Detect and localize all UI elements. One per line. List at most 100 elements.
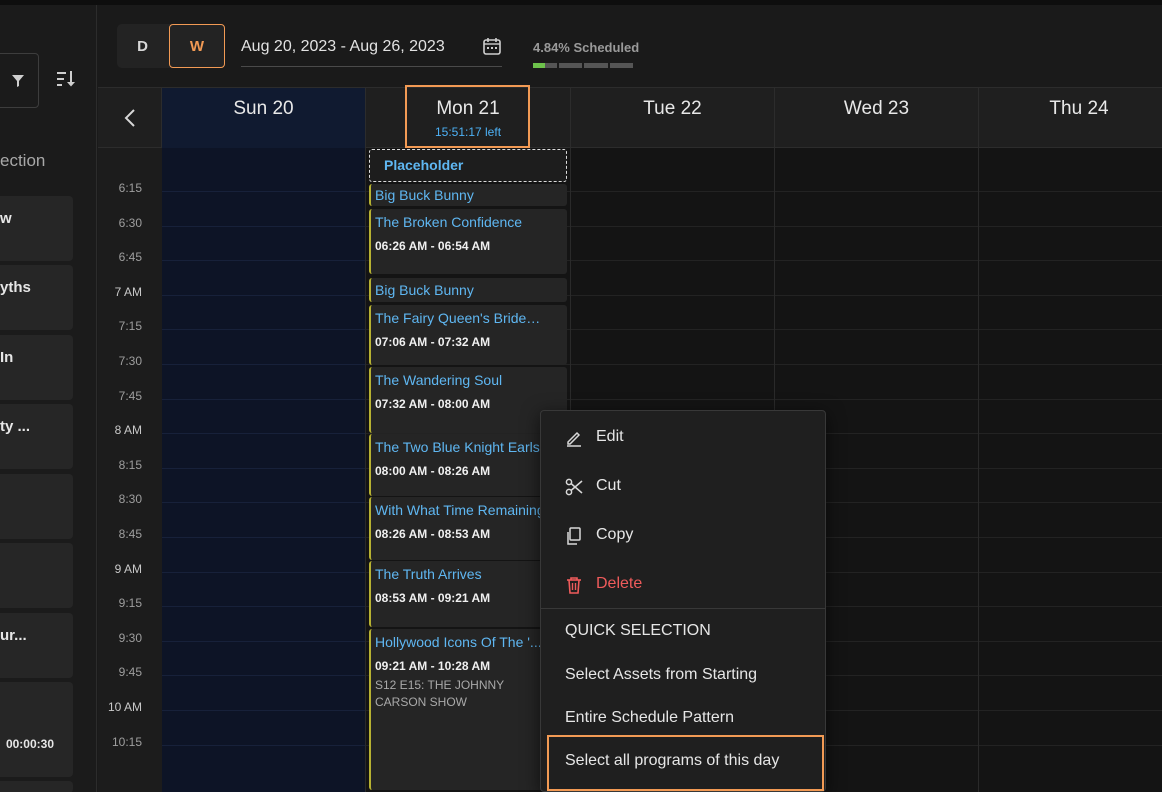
asset-card[interactable]: w [0,196,73,261]
progress-segment [609,63,633,68]
program-block[interactable]: Big Buck Bunny [369,184,567,206]
program-block[interactable]: The Two Blue Knight Earls 08:00 AM - 08:… [369,434,567,496]
menu-item-edit[interactable]: Edit [541,417,825,457]
grid-line [162,641,365,642]
grid-line [571,364,774,365]
time-label: 7:15 [118,319,142,333]
grid-line [775,364,978,365]
grid-line [571,399,774,400]
program-time: 08:53 AM - 09:21 AM [375,591,491,605]
week-view-button[interactable]: W [169,24,225,68]
asset-duration: 00:00:30 [5,737,54,751]
grid-line [979,606,1162,607]
time-label: 9:30 [118,631,142,645]
menu-divider [541,608,825,609]
grid-line [979,745,1162,746]
grid-line [571,260,774,261]
day-header-thu[interactable]: Thu 24 [979,88,1162,148]
grid-line [979,537,1162,538]
program-block[interactable]: Big Buck Bunny [369,278,567,302]
grid-line [162,710,365,711]
grid-line [775,191,978,192]
menu-label: Cut [596,477,621,494]
day-column-thu[interactable] [979,148,1162,792]
trash-icon [567,577,581,594]
menu-label: Copy [596,526,634,543]
program-block[interactable]: The Broken Confidence 06:26 AM - 06:54 A… [369,209,567,274]
time-label: 7:45 [118,389,142,403]
scissors-icon [565,478,583,496]
chevron-left-icon [124,109,135,127]
menu-item-cut[interactable]: Cut [541,466,825,506]
asset-card[interactable]: In [0,335,73,400]
program-title: The Fairy Queen's Bridegroom [375,310,547,326]
date-range-underline [241,66,502,67]
grid-line [162,364,365,365]
menu-item-entire-pattern[interactable]: Entire Schedule Pattern [565,709,734,727]
day-column-sun[interactable] [162,148,366,792]
asset-card[interactable] [0,781,73,792]
sort-button[interactable] [54,67,78,91]
day-label: Wed 23 [843,98,910,119]
grid-line [162,399,365,400]
copy-icon [567,527,581,545]
asset-title: ur... [0,627,27,644]
grid-line [979,433,1162,434]
program-block[interactable]: The Fairy Queen's Bridegroom 07:06 AM - … [369,305,567,365]
scheduler-header: D W Aug 20, 2023 - Aug 26, 2023 4.84% Sc… [98,5,1162,88]
program-block[interactable]: The Wandering Soul 07:32 AM - 08:00 AM [369,367,567,433]
pencil-icon [567,431,581,447]
date-range[interactable]: Aug 20, 2023 - Aug 26, 2023 [241,38,445,56]
scheduled-percentage: 4.84% Scheduled [533,40,640,55]
asset-card[interactable]: 00:00:30 [0,682,73,777]
grid-line [571,295,774,296]
grid-line [162,329,365,330]
grid-line [979,399,1162,400]
menu-item-delete[interactable]: Delete [541,564,825,604]
grid-line [162,572,365,573]
day-view-button[interactable]: D [117,24,168,68]
program-time: 08:00 AM - 08:26 AM [375,464,491,478]
time-label: 8:30 [118,492,142,506]
day-header-tue[interactable]: Tue 22 [571,88,775,148]
calendar-icon[interactable] [483,37,501,55]
placeholder-slot[interactable]: Placeholder [369,149,567,182]
grid-line [162,295,365,296]
day-header-wed[interactable]: Wed 23 [775,88,979,148]
grid-line [571,191,774,192]
menu-label: Edit [596,428,624,445]
scheduler-app: ection w yths In ty ... ur... 00:00:30 D… [0,0,1162,792]
asset-card[interactable]: ty ... [0,404,73,469]
time-label: 7 AM [114,285,142,299]
previous-week-button[interactable] [98,88,162,148]
asset-title: In [0,349,14,366]
quick-selection-heading: QUICK SELECTION [565,622,711,639]
grid-line [979,572,1162,573]
progress-segment [584,63,608,68]
asset-card[interactable]: ur... [0,613,73,678]
program-title: With What Time Remaining [375,502,545,518]
grid-line [162,226,365,227]
filter-button[interactable] [0,53,39,108]
asset-card[interactable] [0,543,73,608]
grid-line [775,226,978,227]
section-label: ection [0,151,46,170]
program-title: Hollywood Icons Of The '... [375,634,542,650]
menu-item-copy[interactable]: Copy [541,515,825,555]
day-header-sun[interactable]: Sun 20 [162,88,366,148]
program-block[interactable]: Hollywood Icons Of The '... 09:21 AM - 1… [369,629,567,790]
grid-line [775,329,978,330]
menu-item-select-assets[interactable]: Select Assets from Starting [565,666,757,684]
sort-icon [57,71,75,87]
program-block[interactable]: The Truth Arrives 08:53 AM - 09:21 AM [369,561,567,627]
grid-line [979,502,1162,503]
program-block[interactable]: With What Time Remaining 08:26 AM - 08:5… [369,497,567,560]
program-time: 06:26 AM - 06:54 AM [375,239,491,253]
asset-card[interactable] [0,474,73,539]
grid-line [571,226,774,227]
program-episode: S12 E15: THE JOHNNY CARSON SHOW [375,678,504,709]
day-label: Sun 20 [233,98,294,119]
grid-line [979,329,1162,330]
asset-title: yths [0,279,31,296]
asset-card[interactable]: yths [0,265,73,330]
